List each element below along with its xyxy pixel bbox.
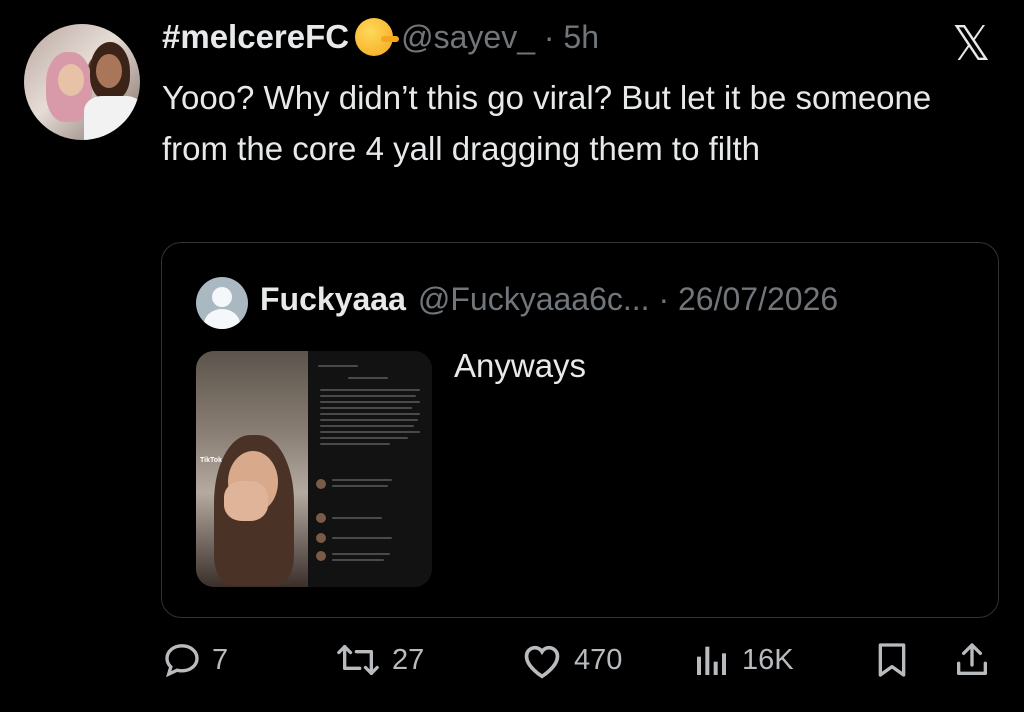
reply-icon	[165, 644, 199, 678]
bookmark-icon	[878, 643, 906, 677]
quoted-tweet-text: Anyways	[454, 347, 587, 384]
comments-screenshot	[308, 351, 432, 587]
x-logo-icon[interactable]: 𝕏	[952, 20, 991, 68]
author-avatar[interactable]	[24, 24, 140, 140]
quoted-author-avatar[interactable]	[196, 277, 248, 329]
action-bar: 7 27 470 16K	[0, 640, 1024, 690]
tweet-text: Yooo? Why didn’t this go viral? But let …	[162, 79, 932, 167]
view-count: 16K	[742, 643, 794, 676]
heart-icon	[524, 645, 560, 679]
like-button[interactable]: 470	[520, 640, 622, 680]
like-count: 470	[574, 643, 623, 676]
bookmark-button[interactable]	[872, 640, 912, 680]
tiktok-watermark: TikTok	[200, 457, 222, 464]
author-name[interactable]: #melcereFC	[162, 18, 349, 56]
quoted-tweet-header: Fuckyaaa @Fuckyaaa6c... · 26/07/2026	[260, 281, 838, 318]
share-icon	[957, 643, 987, 675]
quoted-author-handle-date[interactable]: @Fuckyaaa6c... · 26/07/2026	[418, 281, 838, 318]
views-icon	[697, 646, 726, 675]
share-button[interactable]	[952, 640, 992, 680]
quoted-media-thumbnail[interactable]: TikTok	[196, 351, 432, 587]
author-handle-time[interactable]: @sayev_ · 5h	[401, 19, 599, 56]
lying-face-emoji-icon	[355, 18, 400, 56]
tweet-header: #melcereFC @sayev_ · 5h	[162, 18, 599, 56]
repost-button[interactable]: 27	[334, 640, 424, 680]
quoted-tweet-card[interactable]: Fuckyaaa @Fuckyaaa6c... · 26/07/2026 Tik…	[161, 242, 999, 618]
repost-icon	[337, 645, 379, 675]
reply-count: 7	[212, 643, 229, 676]
reply-button[interactable]: 7	[162, 640, 228, 680]
quoted-author-name[interactable]: Fuckyaaa	[260, 281, 406, 318]
views-button[interactable]: 16K	[692, 640, 794, 680]
repost-count: 27	[392, 643, 425, 676]
